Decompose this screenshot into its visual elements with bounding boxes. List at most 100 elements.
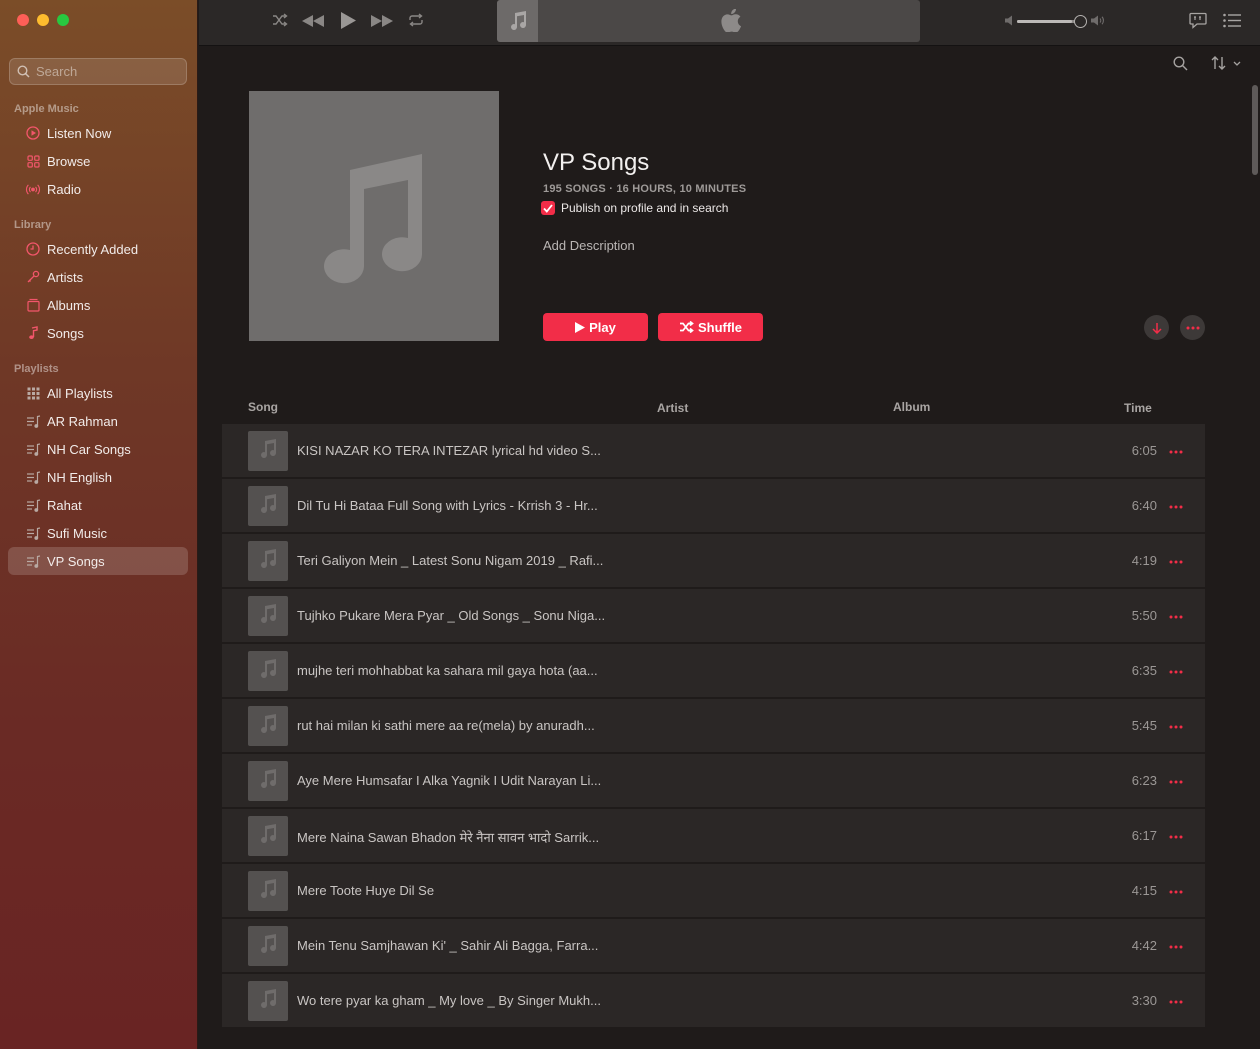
song-row[interactable]: Wo tere pyar ka gham _ My love _ By Sing…	[222, 974, 1205, 1027]
song-row[interactable]: Mein Tenu Samjhawan Ki' _ Sahir Ali Bagg…	[222, 919, 1205, 972]
song-more-button[interactable]	[1169, 936, 1183, 954]
playlist-icon	[25, 497, 41, 513]
song-more-button[interactable]	[1169, 441, 1183, 459]
music-note-icon	[258, 658, 278, 685]
grid-dots-icon	[25, 385, 41, 401]
rewind-icon[interactable]	[301, 14, 325, 28]
sidebar-item-ar-rahman[interactable]: AR Rahman	[8, 407, 188, 435]
search-input[interactable]	[36, 64, 176, 79]
sidebar-item-albums[interactable]: Albums	[8, 291, 188, 319]
song-duration: 6:17	[1131, 828, 1157, 843]
song-duration: 6:05	[1131, 443, 1157, 458]
sidebar-item-label: Browse	[47, 153, 91, 169]
song-artwork	[248, 871, 288, 911]
volume-slider[interactable]	[1017, 20, 1082, 23]
zoom-window-button[interactable]	[57, 14, 69, 26]
sidebar-item-rahat[interactable]: Rahat	[8, 491, 188, 519]
song-title: rut hai milan ki sathi mere aa re(mela) …	[297, 718, 595, 733]
section-title-library: Library	[14, 219, 52, 231]
song-row[interactable]: Aye Mere Humsafar I Alka Yagnik I Udit N…	[222, 754, 1205, 807]
close-window-button[interactable]	[17, 14, 29, 26]
song-row[interactable]: rut hai milan ki sathi mere aa re(mela) …	[222, 699, 1205, 752]
sidebar-item-label: Recently Added	[47, 241, 139, 257]
song-more-button[interactable]	[1169, 496, 1183, 514]
song-row[interactable]: Tujhko Pukare Mera Pyar _ Old Songs _ So…	[222, 589, 1205, 642]
song-title: Mere Naina Sawan Bhadon मेरे नैना सावन भ…	[297, 830, 600, 845]
song-more-button[interactable]	[1169, 606, 1183, 624]
sidebar-item-nh-english[interactable]: NH English	[8, 463, 188, 491]
sidebar-item-listen-now[interactable]: Listen Now	[8, 119, 188, 147]
play-button[interactable]: Play	[543, 313, 648, 341]
add-description-link[interactable]: Add Description	[543, 238, 635, 253]
song-row[interactable]: mujhe teri mohhabbat ka sahara mil gaya …	[222, 644, 1205, 697]
sidebar-item-songs[interactable]: Songs	[8, 319, 188, 347]
search-icon[interactable]	[1173, 56, 1188, 76]
sidebar-item-browse[interactable]: Browse	[8, 147, 188, 175]
sidebar-item-all-playlists[interactable]: All Playlists	[8, 379, 188, 407]
sidebar-item-artists[interactable]: Artists	[8, 263, 188, 291]
song-more-button[interactable]	[1169, 991, 1183, 1009]
repeat-icon[interactable]	[408, 13, 424, 27]
sidebar-item-label: Artists	[47, 269, 84, 285]
ellipsis-icon	[1169, 881, 1183, 898]
play-icon[interactable]	[340, 11, 357, 30]
column-header-album[interactable]: Album	[893, 400, 930, 414]
volume-knob[interactable]	[1074, 15, 1087, 28]
song-row[interactable]: KISI NAZAR KO TERA INTEZAR lyrical hd vi…	[222, 424, 1205, 477]
song-duration: 6:40	[1131, 498, 1157, 513]
music-note-icon	[258, 603, 278, 630]
minimize-window-button[interactable]	[37, 14, 49, 26]
playlist-artwork[interactable]	[249, 91, 499, 341]
publish-checkbox[interactable]	[541, 201, 555, 215]
scrollbar-thumb[interactable]	[1252, 85, 1258, 175]
sidebar-search[interactable]	[9, 58, 187, 85]
song-row[interactable]: Mere Toote Huye Dil Se 4:15	[222, 864, 1205, 917]
publish-toggle[interactable]: Publish on profile and in search	[541, 201, 728, 215]
song-artwork	[248, 486, 288, 526]
download-button[interactable]	[1144, 315, 1169, 340]
fast-forward-icon[interactable]	[370, 14, 394, 28]
sidebar-item-label: Sufi Music	[47, 525, 107, 541]
volume-fill	[1017, 20, 1073, 23]
song-artwork	[248, 816, 288, 856]
sidebar-item-nh-car-songs[interactable]: NH Car Songs	[8, 435, 188, 463]
song-row[interactable]: Mere Naina Sawan Bhadon मेरे नैना सावन भ…	[222, 809, 1205, 862]
shuffle-button[interactable]: Shuffle	[658, 313, 763, 341]
song-artwork	[248, 981, 288, 1021]
song-more-button[interactable]	[1169, 551, 1183, 569]
shuffle-icon[interactable]	[272, 13, 288, 27]
radio-icon	[25, 181, 41, 197]
song-title: Mein Tenu Samjhawan Ki' _ Sahir Ali Bagg…	[297, 938, 599, 953]
music-note-icon	[258, 823, 278, 850]
sort-button[interactable]	[1211, 56, 1241, 70]
queue-list-icon[interactable]	[1223, 13, 1241, 28]
more-options-button[interactable]	[1180, 315, 1205, 340]
song-duration: 5:50	[1131, 608, 1157, 623]
scrollbar[interactable]	[1249, 83, 1260, 1049]
song-artwork	[248, 541, 288, 581]
song-more-button[interactable]	[1169, 881, 1183, 899]
playlist-title: VP Songs	[543, 149, 650, 176]
song-artwork	[248, 926, 288, 966]
apple-logo-icon	[721, 8, 742, 37]
now-playing-display[interactable]	[497, 0, 920, 42]
song-row[interactable]: Dil Tu Hi Bataa Full Song with Lyrics - …	[222, 479, 1205, 532]
song-more-button[interactable]	[1169, 716, 1183, 734]
search-icon	[17, 65, 30, 78]
song-more-button[interactable]	[1169, 826, 1183, 844]
sidebar-item-label: Albums	[47, 297, 91, 313]
song-more-button[interactable]	[1169, 661, 1183, 679]
song-title: mujhe teri mohhabbat ka sahara mil gaya …	[297, 663, 598, 678]
column-header-artist[interactable]: Artist	[657, 401, 688, 415]
sidebar-item-recently-added[interactable]: Recently Added	[8, 235, 188, 263]
ellipsis-icon	[1169, 991, 1183, 1008]
song-row[interactable]: Teri Galiyon Mein _ Latest Sonu Nigam 20…	[222, 534, 1205, 587]
sidebar-item-vp-songs[interactable]: VP Songs	[8, 547, 188, 575]
column-header-song[interactable]: Song	[248, 400, 278, 414]
song-more-button[interactable]	[1169, 771, 1183, 789]
sidebar-item-sufi-music[interactable]: Sufi Music	[8, 519, 188, 547]
sidebar-item-label: Songs	[47, 325, 84, 341]
sidebar-item-radio[interactable]: Radio	[8, 175, 188, 203]
lyrics-icon[interactable]	[1189, 12, 1207, 29]
column-header-time[interactable]: Time	[1124, 401, 1152, 415]
